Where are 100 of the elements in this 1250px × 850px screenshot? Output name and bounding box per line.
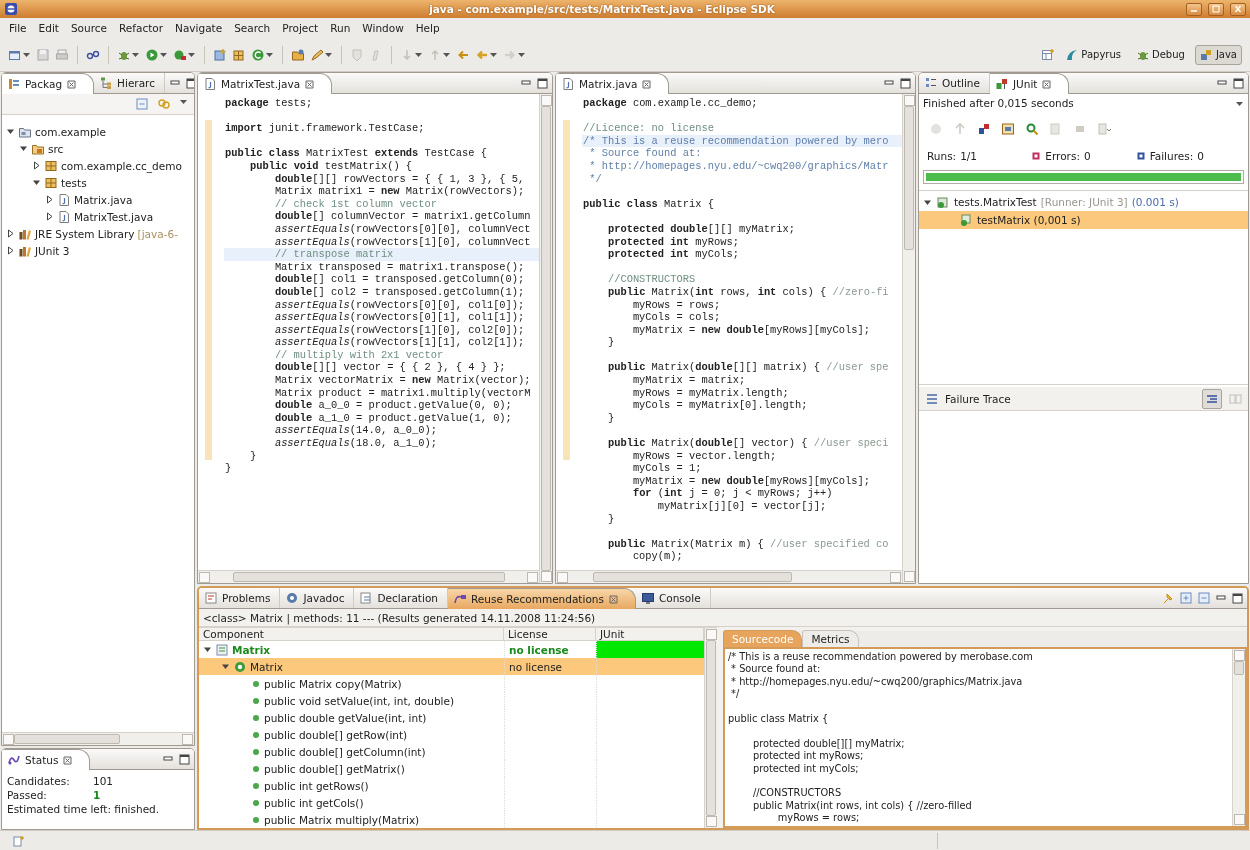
maximize-icon[interactable]	[1231, 592, 1243, 604]
table-row[interactable]: Matrix no license	[199, 658, 704, 675]
maximize-button[interactable]	[1208, 2, 1224, 16]
column-header[interactable]: License	[504, 628, 596, 640]
horizontal-scrollbar[interactable]	[198, 570, 539, 583]
view-tab[interactable]: Console	[635, 588, 711, 608]
view-tab[interactable]: Packag	[2, 73, 95, 94]
menu-item[interactable]: Search	[229, 20, 276, 36]
expander-icon[interactable]	[45, 212, 54, 221]
expander-icon[interactable]	[6, 127, 15, 136]
component-name[interactable]: public int getRows()	[264, 779, 369, 792]
pin-icon[interactable]	[1161, 591, 1175, 605]
test-row[interactable]: testMatrix (0,001 s)	[919, 211, 1248, 229]
caret-icon[interactable]	[159, 50, 168, 59]
caret-icon[interactable]	[442, 50, 451, 59]
caret-icon[interactable]	[131, 50, 140, 59]
view-tab[interactable]: Javadoc	[280, 588, 355, 608]
tree-item[interactable]: JRE System Library	[35, 227, 135, 240]
menu-item[interactable]: Help	[410, 20, 445, 36]
component-name[interactable]: Matrix	[250, 660, 284, 673]
close-icon[interactable]	[304, 78, 316, 90]
caret-icon[interactable]	[187, 50, 196, 59]
tree-item[interactable]: src	[48, 142, 64, 155]
vertical-scrollbar[interactable]	[1232, 649, 1245, 826]
expander-icon[interactable]	[6, 246, 15, 255]
menu-item[interactable]: File	[4, 20, 32, 36]
tree-item[interactable]: MatrixTest.java	[74, 210, 154, 223]
close-icon[interactable]	[607, 593, 619, 605]
view-tab[interactable]: JUnit	[990, 73, 1070, 94]
test-row[interactable]: tests.MatrixTest [Runner: JUnit 3] (0.001 s)	[919, 193, 1248, 211]
tree-item[interactable]: com.example.cc_demo	[61, 159, 182, 172]
expander-icon[interactable]	[45, 195, 54, 204]
maximize-icon[interactable]	[536, 77, 548, 89]
app-icon[interactable]	[4, 2, 18, 16]
history-icon[interactable]	[1001, 122, 1015, 136]
view-menu-icon[interactable]	[179, 97, 188, 106]
pencil-icon[interactable]	[310, 47, 324, 62]
source-tab[interactable]: Metrics	[802, 630, 859, 647]
caret-icon[interactable]	[22, 50, 31, 59]
component-name[interactable]: public void setValue(int, int, double)	[264, 694, 455, 707]
menu-item[interactable]: Run	[325, 20, 356, 36]
close-button[interactable]	[1230, 2, 1246, 16]
close-icon[interactable]	[62, 754, 74, 766]
expander-icon[interactable]	[32, 178, 41, 187]
minimize-button[interactable]	[1186, 2, 1202, 16]
expander-icon[interactable]	[203, 645, 212, 654]
horizontal-scrollbar[interactable]	[556, 570, 902, 583]
vertical-scrollbar[interactable]	[539, 94, 552, 583]
menu-item[interactable]: Project	[277, 20, 324, 36]
view-tab[interactable]: MatrixTest.java	[198, 73, 333, 94]
component-name[interactable]: public int getCols()	[264, 796, 364, 809]
menu-item[interactable]: Window	[357, 20, 409, 36]
tree-item[interactable]: JUnit 3	[35, 244, 70, 257]
failures-filter-icon[interactable]	[977, 122, 991, 136]
new-class-icon[interactable]	[251, 47, 265, 62]
view-tab[interactable]: Hierarc	[94, 73, 165, 93]
maximize-icon[interactable]	[184, 77, 194, 89]
new-package-icon[interactable]	[213, 47, 227, 62]
expander-icon[interactable]	[19, 144, 28, 153]
component-name[interactable]: public Matrix multiply(Matrix)	[264, 813, 420, 826]
perspective-button[interactable]: Papyrus	[1060, 44, 1126, 65]
vertical-scrollbar[interactable]	[704, 628, 717, 828]
maximize-icon[interactable]	[899, 77, 911, 89]
component-name[interactable]: public double[] getMatrix()	[264, 762, 405, 775]
component-name[interactable]: public double[] getRow(int)	[264, 728, 408, 741]
component-name[interactable]: public double getValue(int, int)	[264, 711, 427, 724]
view-tab[interactable]: Problems	[199, 588, 281, 608]
caret-icon[interactable]	[265, 50, 274, 59]
menu-item[interactable]: Source	[65, 20, 112, 36]
caret-icon[interactable]	[489, 50, 498, 59]
view-tab[interactable]: Reuse Recommendations	[448, 588, 636, 609]
vertical-scrollbar[interactable]	[902, 94, 915, 583]
close-icon[interactable]	[641, 78, 653, 90]
open-perspective-icon[interactable]	[1041, 47, 1056, 62]
column-header[interactable]: Component	[199, 628, 504, 640]
component-name[interactable]: public double[] getColumn(int)	[264, 745, 426, 758]
search-icon[interactable]	[1025, 122, 1039, 136]
caret-icon[interactable]	[324, 50, 333, 59]
caret-icon[interactable]	[517, 50, 526, 59]
perspective-button[interactable]: Debug	[1131, 44, 1190, 65]
menu-item[interactable]: Refactor	[114, 20, 169, 36]
table-row[interactable]: Matrix no license	[199, 641, 704, 658]
run-icon[interactable]	[145, 47, 159, 62]
expander-icon[interactable]	[6, 229, 15, 238]
menu-item[interactable]: Edit	[33, 20, 64, 36]
view-tab[interactable]: Matrix.java	[556, 73, 670, 94]
horizontal-scrollbar[interactable]	[2, 732, 194, 745]
tree-item[interactable]: tests	[61, 176, 87, 189]
view-tab[interactable]: Status	[2, 749, 91, 770]
component-name[interactable]: Matrix	[232, 643, 271, 656]
perspective-button[interactable]: Java	[1194, 44, 1242, 65]
tree-item[interactable]: Matrix.java	[74, 193, 133, 206]
maximize-icon[interactable]	[1232, 77, 1244, 89]
expander-icon[interactable]	[221, 662, 230, 671]
open-type-icon[interactable]	[291, 47, 305, 62]
caret-icon[interactable]	[414, 50, 423, 59]
close-icon[interactable]	[66, 78, 78, 90]
expander-icon[interactable]	[32, 161, 41, 170]
new-package-icon[interactable]	[232, 47, 246, 62]
close-icon[interactable]	[1041, 78, 1053, 90]
